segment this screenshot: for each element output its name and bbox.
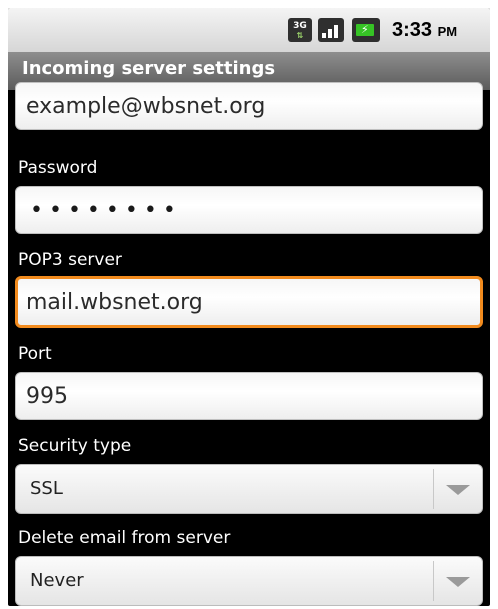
signal-strength-icon	[318, 18, 344, 42]
dropdown-divider	[433, 469, 434, 509]
page-title: Incoming server settings	[22, 58, 276, 79]
username-field[interactable]	[15, 82, 483, 130]
status-bar: 3G ⇅ ⚡ 3:33 PM	[8, 8, 490, 52]
chevron-down-icon[interactable]	[446, 577, 470, 587]
phone-screen: 3G ⇅ ⚡ 3:33 PM Incoming server settings …	[8, 8, 490, 606]
delete-email-value: Never	[30, 570, 84, 591]
password-input[interactable]: ••••••••	[30, 198, 182, 223]
chevron-down-icon[interactable]	[446, 485, 470, 495]
port-field[interactable]	[15, 372, 483, 420]
form-content[interactable]: Password •••••••• POP3 server Port Secur…	[8, 82, 490, 606]
port-label: Port	[18, 344, 52, 364]
security-type-value: SSL	[30, 478, 63, 499]
3g-data-icon: 3G ⇅	[288, 18, 312, 42]
security-type-dropdown[interactable]: SSL	[15, 464, 483, 514]
password-field[interactable]: ••••••••	[15, 186, 483, 234]
username-input[interactable]	[26, 83, 466, 129]
delete-email-label: Delete email from server	[18, 528, 231, 548]
port-input[interactable]	[26, 373, 466, 419]
status-clock: 3:33 PM	[392, 19, 458, 41]
password-label: Password	[18, 158, 98, 178]
pop3-server-field[interactable]	[15, 276, 483, 328]
dropdown-divider	[433, 561, 434, 601]
security-type-label: Security type	[18, 436, 132, 456]
battery-charging-icon: ⚡	[352, 18, 380, 42]
pop3-server-label: POP3 server	[18, 250, 122, 270]
pop3-server-input[interactable]	[26, 279, 466, 325]
delete-email-dropdown[interactable]: Never	[15, 556, 483, 606]
network-type-label: 3G	[293, 21, 307, 31]
